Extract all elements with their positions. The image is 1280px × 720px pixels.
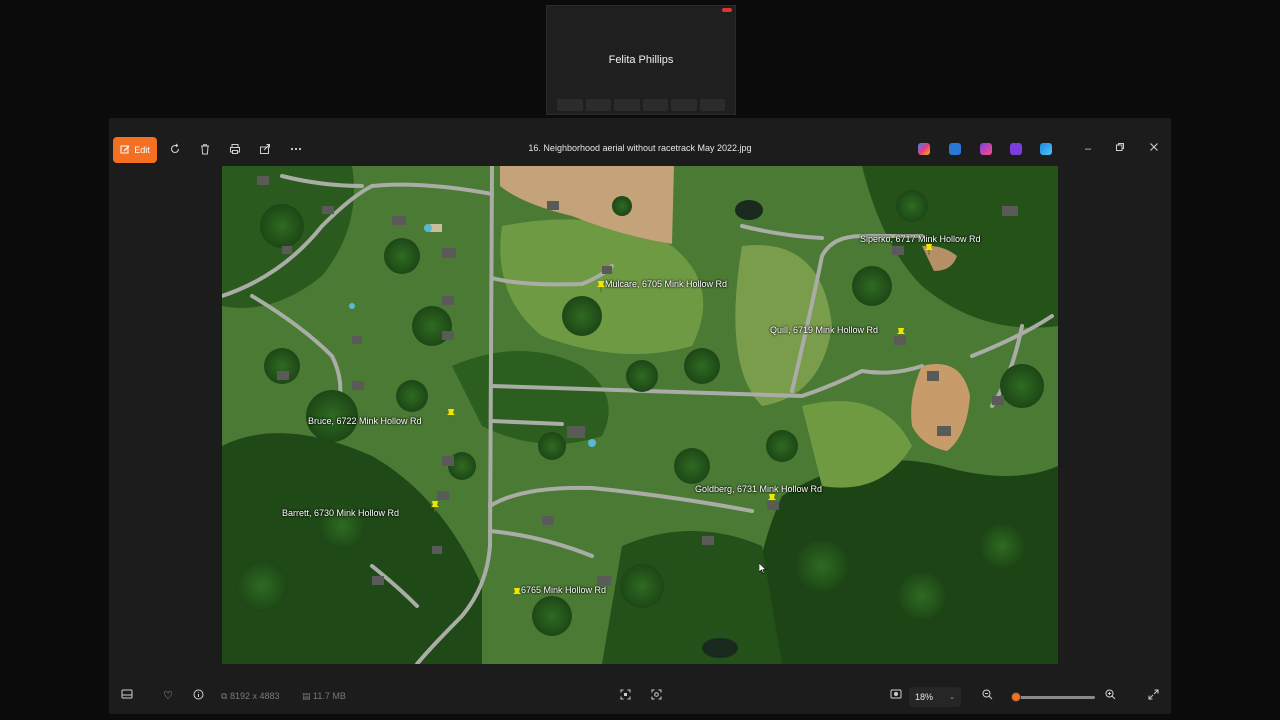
file-size-icon: ▤ (302, 691, 311, 701)
map-label-mulcare: Mulcare, 6705 Mink Hollow Rd (605, 279, 728, 289)
map-label-barrett: Barrett, 6730 Mink Hollow Rd (282, 508, 400, 518)
minimize-icon[interactable]: – (1081, 142, 1095, 156)
visual-search-icon[interactable] (649, 689, 663, 703)
rotate-icon[interactable] (168, 142, 182, 156)
presenter-toolbar-item[interactable] (585, 99, 611, 111)
map-label-siperko: Siperko, 6717 Mink Hollow Rd (860, 234, 981, 244)
crop-fit-icon[interactable] (618, 689, 632, 703)
zoom-out-icon[interactable] (980, 689, 994, 703)
image-dimensions: ⧉ 8192 x 4883 (221, 691, 280, 702)
pushpin-icon (897, 328, 905, 339)
pushpin-icon (768, 494, 776, 505)
favorite-icon[interactable]: ♡ (161, 689, 175, 703)
presenter-name: Felita Phillips (608, 54, 674, 66)
zoom-level-dropdown[interactable]: 18% ⌄ (909, 687, 961, 707)
info-icon[interactable] (191, 689, 205, 703)
actual-size-icon[interactable] (889, 689, 903, 703)
presenter-toolbar-item[interactable] (557, 99, 583, 111)
map-label-bruce: Bruce, 6722 Mink Hollow Rd (308, 416, 422, 426)
share-icon[interactable] (258, 142, 272, 156)
map-label-quill: Quill, 6719 Mink Hollow Rd (770, 325, 879, 335)
aerial-image[interactable]: Mulcare, 6705 Mink Hollow Rd Siperko, 67… (222, 166, 1058, 664)
pushpin-icon (447, 409, 455, 420)
file-size-value: 11.7 MB (313, 691, 346, 701)
presenter-toolbar-item[interactable] (671, 99, 697, 111)
presenter-tile: Felita Phillips (546, 5, 736, 115)
mouse-cursor-icon (759, 563, 767, 574)
pushpin-icon (513, 588, 521, 599)
fullscreen-icon[interactable] (1146, 689, 1160, 703)
dimensions-value: 8192 x 4883 (229, 691, 280, 701)
presenter-toolbar-item[interactable] (614, 99, 640, 111)
dimensions-icon: ⧉ (221, 691, 228, 701)
clipchamp-icon[interactable] (1010, 143, 1022, 155)
recording-indicator (722, 8, 732, 12)
designer-icon[interactable] (980, 143, 992, 155)
presenter-toolbar-item[interactable] (642, 99, 668, 111)
print-icon[interactable] (228, 142, 242, 156)
more-icon[interactable] (289, 142, 303, 156)
zoom-in-icon[interactable] (1103, 689, 1117, 703)
presenter-toolbar-item[interactable] (699, 99, 725, 111)
presenter-toolbar (557, 99, 725, 111)
window-title: 16. Neighborhood aerial without racetrac… (528, 143, 752, 153)
edit-label: Edit (134, 145, 150, 155)
map-label-goldberg: Goldberg, 6731 Mink Hollow Rd (695, 484, 823, 494)
photos-window: Edit 16. Neighborhood aerial without rac… (109, 118, 1171, 714)
delete-icon[interactable] (198, 142, 212, 156)
restore-icon[interactable] (1113, 142, 1127, 156)
blur-icon[interactable] (1040, 143, 1052, 155)
status-bar: ♡ ⧉ 8192 x 4883 ▤ 11.7 MB 18% ⌄ (109, 680, 1171, 714)
chevron-down-icon: ⌄ (949, 694, 955, 701)
zoom-slider-thumb[interactable] (1011, 692, 1022, 702)
zoom-level-value: 18% (915, 692, 934, 702)
pushpin-icon (597, 281, 605, 292)
map-label-6765: 6765 Mink Hollow Rd (521, 585, 607, 595)
copilot-icon[interactable] (918, 143, 930, 155)
edit-button[interactable]: Edit (113, 137, 157, 163)
edit-icon (120, 145, 130, 154)
pushpin-icon (431, 501, 439, 512)
paint-icon[interactable] (949, 143, 961, 155)
pushpin-icon (925, 244, 933, 255)
close-icon[interactable] (1147, 142, 1161, 156)
filmstrip-icon[interactable] (120, 689, 134, 703)
zoom-slider[interactable] (1011, 692, 1095, 702)
file-size: ▤ 11.7 MB (302, 691, 346, 702)
title-bar: Edit 16. Neighborhood aerial without rac… (109, 133, 1171, 167)
